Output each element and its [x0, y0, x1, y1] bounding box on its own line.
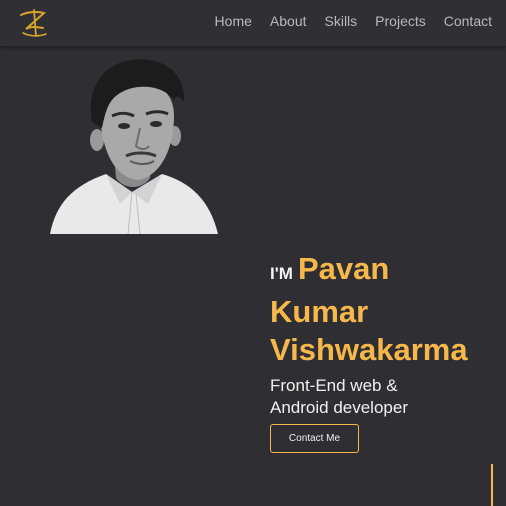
- hero-greeting: I'M: [270, 264, 293, 283]
- hero-first-name: Pavan: [297, 251, 390, 286]
- hero-role: Front-End web & Android developer: [270, 375, 500, 419]
- hero-role-line2: Android developer: [270, 398, 408, 417]
- hero-last-name: Vishwakarma: [270, 332, 468, 367]
- nav-home-link[interactable]: Home: [215, 13, 252, 29]
- nav-about-link[interactable]: About: [270, 13, 307, 29]
- contact-me-button[interactable]: Contact Me: [270, 424, 359, 453]
- nav-projects-link[interactable]: Projects: [375, 13, 426, 29]
- hero-name-line1: I'M Pavan: [270, 250, 500, 293]
- nav-skills-link[interactable]: Skills: [325, 13, 358, 29]
- main-nav: Home About Skills Projects Contact: [197, 13, 492, 29]
- hero-section: I'M Pavan Kumar Vishwakarma Front-End web…: [270, 250, 500, 419]
- hero-name: I'M Pavan Kumar Vishwakarma: [270, 250, 500, 369]
- hero-role-line1: Front-End web &: [270, 376, 398, 395]
- profile-portrait: [50, 59, 218, 234]
- nav-contact-link[interactable]: Contact: [444, 13, 492, 29]
- portfolio-page: Home About Skills Projects Contact I'M P…: [0, 0, 506, 506]
- scroll-indicator-line: [491, 464, 493, 506]
- top-navbar: Home About Skills Projects Contact: [0, 0, 506, 47]
- hero-middle-name: Kumar: [270, 294, 369, 329]
- signature-logo-icon[interactable]: [17, 7, 51, 39]
